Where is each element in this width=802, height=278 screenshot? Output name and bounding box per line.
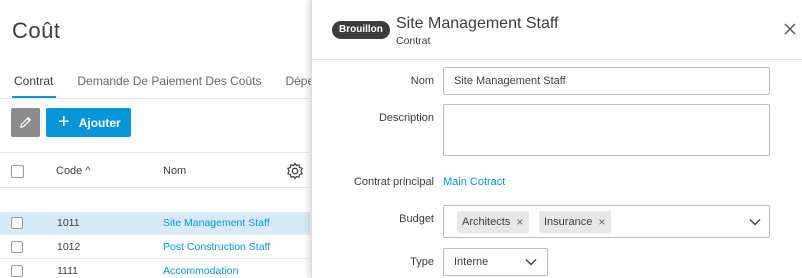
row-checkbox[interactable] — [11, 265, 23, 277]
panel-title: Site Management Staff — [396, 15, 559, 32]
contrat-principal-link[interactable]: Main Cotract — [443, 176, 505, 188]
panel-subtitle: Contrat — [396, 35, 431, 47]
table-row[interactable]: 1012 Post Construction Staff — [0, 236, 310, 259]
plus-icon: + — [58, 110, 70, 133]
row-checkbox[interactable] — [11, 241, 23, 253]
budget-chip-label: Architects — [462, 216, 511, 228]
nom-input-value: Site Management Staff — [454, 75, 566, 87]
edit-button[interactable] — [11, 108, 40, 137]
tabs-divider — [0, 98, 310, 99]
close-icon[interactable] — [782, 21, 798, 37]
page-title: Coût — [12, 18, 61, 43]
gear-icon[interactable] — [286, 162, 304, 180]
tab-bar: Contrat Demande De Paiement Des Coûts Dé… — [14, 74, 321, 96]
row-code: 1111 — [57, 265, 79, 277]
tab-demande-paiement[interactable]: Demande De Paiement Des Coûts — [77, 74, 261, 96]
description-label: Description — [378, 112, 434, 124]
contrat-principal-label: Contrat principal — [353, 176, 434, 188]
row-name-link[interactable]: Site Management Staff — [163, 217, 270, 229]
table-row[interactable]: 1011 Site Management Staff — [0, 212, 310, 235]
column-header-code[interactable]: Code ^ — [56, 165, 91, 177]
column-header-nom[interactable]: Nom — [163, 165, 186, 177]
budget-chip: Insurance × — [539, 211, 612, 233]
panel-header: Brouillon Site Management Staff Contrat — [312, 0, 802, 60]
add-button[interactable]: + Ajouter — [46, 108, 131, 137]
type-label: Type — [410, 256, 434, 268]
nom-input[interactable]: Site Management Staff — [443, 67, 770, 95]
select-all-checkbox[interactable] — [11, 165, 24, 178]
nom-label: Nom — [410, 75, 434, 87]
contract-detail-panel: Brouillon Site Management Staff Contrat … — [311, 0, 802, 278]
row-checkbox[interactable] — [11, 217, 23, 229]
row-code: 1011 — [57, 217, 80, 229]
add-button-label: Ajouter — [78, 115, 121, 130]
remove-chip-icon[interactable]: × — [598, 215, 605, 229]
status-badge: Brouillon — [332, 21, 390, 39]
table-header: Code ^ Nom — [0, 152, 310, 188]
row-name-link[interactable]: Post Construction Staff — [163, 241, 270, 253]
chevron-down-icon[interactable] — [525, 258, 537, 266]
row-name-link[interactable]: Accommodation — [163, 265, 238, 277]
description-textarea[interactable] — [443, 104, 770, 156]
remove-chip-icon[interactable]: × — [516, 215, 523, 229]
row-code: 1012 — [57, 241, 81, 253]
budget-chip: Architects × — [457, 211, 530, 233]
budget-chip-label: Insurance — [544, 216, 593, 228]
budget-label: Budget — [399, 213, 434, 225]
chevron-down-icon[interactable] — [749, 218, 761, 226]
type-select-value: Interne — [454, 256, 489, 268]
table-row[interactable]: 1111 Accommodation — [0, 260, 310, 278]
tab-contrat[interactable]: Contrat — [14, 74, 53, 96]
pencil-icon — [20, 117, 31, 128]
